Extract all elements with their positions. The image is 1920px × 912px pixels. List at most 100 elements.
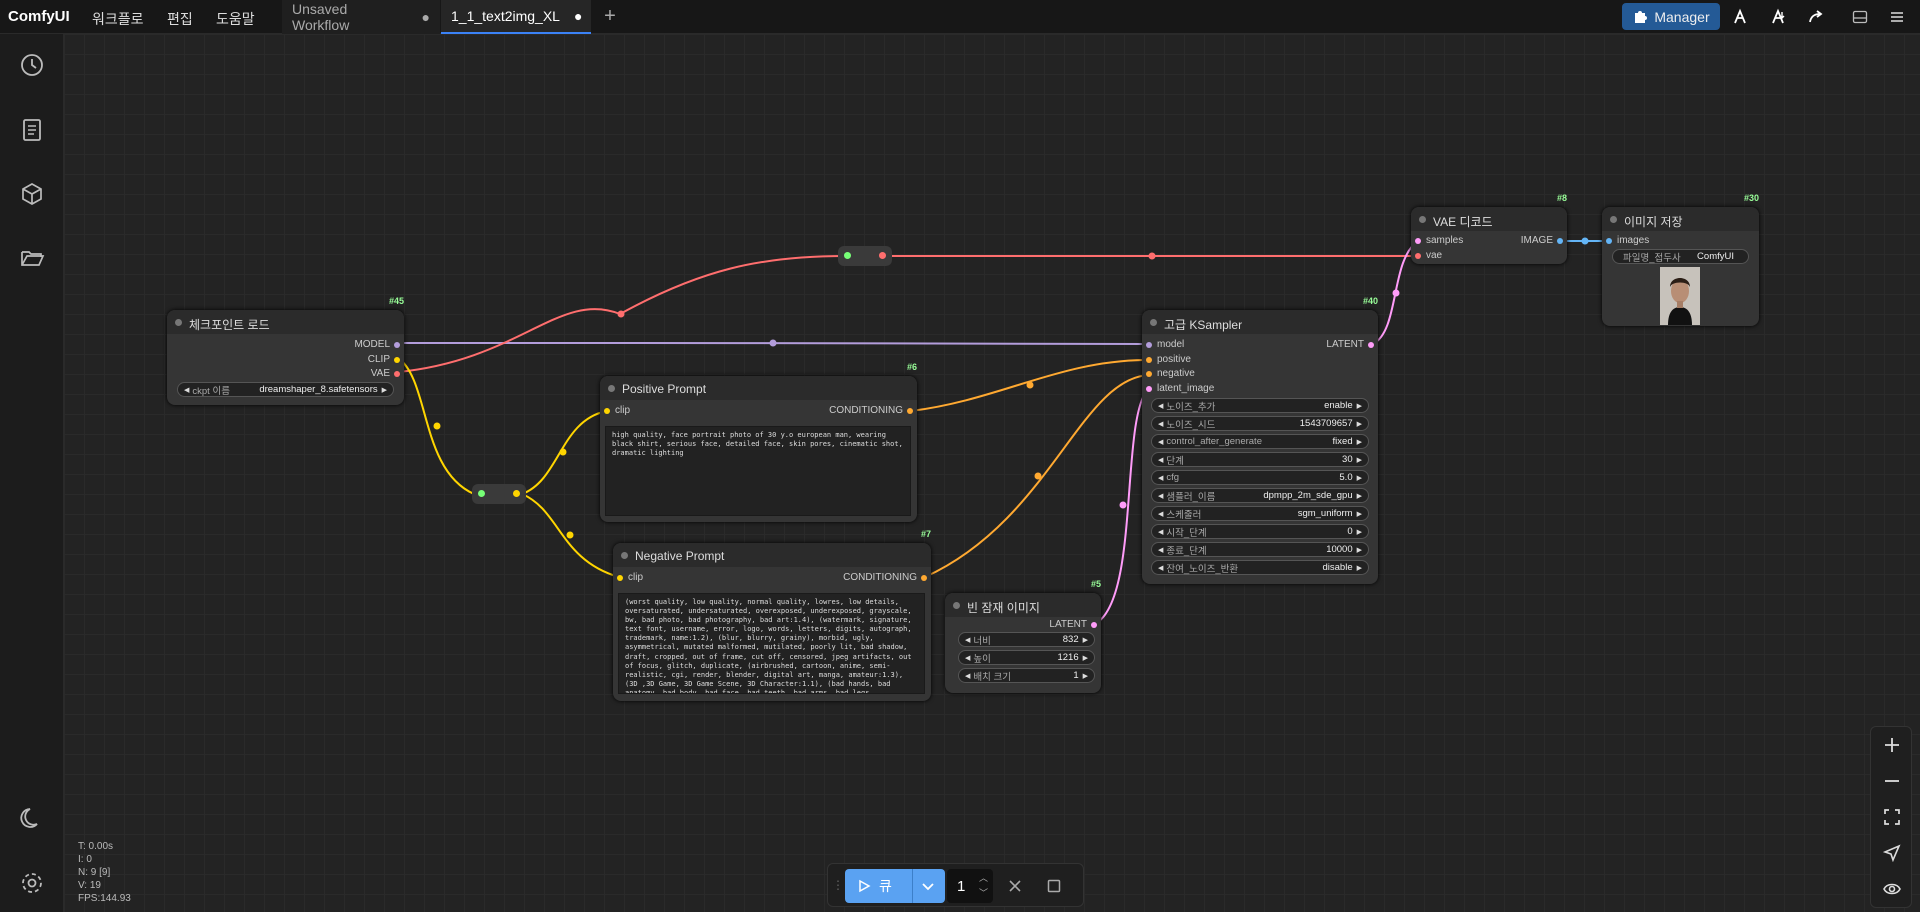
fit-view-button[interactable] [1871,799,1913,835]
output-latent[interactable]: LATENT [1326,339,1364,350]
output-conditioning[interactable]: CONDITIONING [843,572,917,583]
batch-size-widget[interactable]: ◀ 배치 크기 1 ▶ [958,668,1095,683]
toggle-panel-button[interactable] [1845,3,1875,30]
zoom-in-button[interactable] [1871,727,1913,763]
moon-icon[interactable] [18,804,46,832]
output-clip[interactable]: CLIP [368,354,390,365]
unsaved-dot-icon[interactable]: ● [574,8,582,24]
node-save-image[interactable]: #30 이미지 저장 images 파일명_접두사 ComfyUI [1602,193,1759,326]
right-arrow-icon[interactable]: ▶ [1083,672,1088,680]
right-arrow-icon[interactable]: ▶ [1357,510,1362,518]
height-widget[interactable]: ◀ 높이 1216 ▶ [958,650,1095,665]
tab-text2img-xl[interactable]: 1_1_text2img_XL ● [441,0,591,34]
left-arrow-icon[interactable]: ◀ [1158,420,1163,428]
ksampler-widget[interactable]: ◀ 노이즈_시드 1543709657 ▶ [1151,416,1369,431]
reroute-node-clip[interactable] [472,484,526,504]
ksampler-widget[interactable]: ◀ control_after_generate fixed ▶ [1151,434,1369,449]
left-arrow-icon[interactable]: ◀ [965,636,970,644]
node-positive-prompt[interactable]: #6 Positive Prompt clip CONDITIONING hig… [600,362,917,522]
manager-button[interactable]: Manager [1622,3,1720,30]
zoom-out-button[interactable] [1871,763,1913,799]
left-arrow-icon[interactable]: ◀ [1158,510,1163,518]
increment-icon[interactable]: ︿ [979,871,988,884]
menu-help[interactable]: 도움말 [216,9,255,29]
chevron-down-icon[interactable] [921,879,935,893]
filename-prefix-widget[interactable]: 파일명_접두사 ComfyUI [1612,249,1749,264]
width-widget[interactable]: ◀ 너비 832 ▶ [958,632,1095,647]
right-arrow-icon[interactable]: ▶ [1357,420,1362,428]
node-ksampler-advanced[interactable]: #40 고급 KSampler model positive negative … [1142,296,1378,584]
input-clip[interactable]: clip [628,572,643,583]
left-arrow-icon[interactable]: ◀ [1158,402,1163,410]
right-arrow-icon[interactable]: ▶ [1083,636,1088,644]
stop-icon[interactable] [1047,879,1061,893]
output-image-preview[interactable] [1660,267,1700,325]
model-manager-button[interactable] [1722,3,1758,30]
node-negative-prompt[interactable]: #7 Negative Prompt clip CONDITIONING (wo… [613,529,931,701]
left-arrow-icon[interactable]: ◀ [1158,564,1163,572]
hamburger-menu-button[interactable] [1882,3,1912,30]
gear-icon[interactable] [18,869,46,897]
ksampler-widget[interactable]: ◀ 샘플러_이름 dpmpp_2m_sde_gpu ▶ [1151,488,1369,503]
output-conditioning[interactable]: CONDITIONING [829,405,903,416]
menu-workflow[interactable]: 워크플로 [92,9,144,29]
right-arrow-icon[interactable]: ▶ [1357,564,1362,572]
output-latent[interactable]: LATENT [1049,619,1087,630]
menu-edit[interactable]: 편집 [167,9,193,29]
input-negative[interactable]: negative [1157,368,1195,379]
ksampler-widget[interactable]: ◀ 단계 30 ▶ [1151,452,1369,467]
input-positive[interactable]: positive [1157,354,1191,365]
output-vae[interactable]: VAE [371,368,390,379]
left-arrow-icon[interactable]: ◀ [1158,492,1163,500]
batch-count-value[interactable]: 1 [957,878,965,895]
share-button[interactable] [1798,3,1834,30]
ksampler-widget[interactable]: ◀ 잔여_노이즈_반환 disable ▶ [1151,560,1369,575]
ckpt-name-widget[interactable]: ◀ ckpt 이름 dreamshaper_8.safetensors ▶ [177,382,394,397]
left-arrow-icon[interactable]: ◀ [1158,474,1163,482]
ksampler-widget[interactable]: ◀ 노이즈_추가 enable ▶ [1151,398,1369,413]
pan-mode-button[interactable] [1871,835,1913,871]
input-vae[interactable]: vae [1426,250,1442,261]
input-clip[interactable]: clip [615,405,630,416]
right-arrow-icon[interactable]: ▶ [1357,456,1362,464]
right-arrow-icon[interactable]: ▶ [1357,402,1362,410]
folder-open-icon[interactable] [18,244,46,272]
right-arrow-icon[interactable]: ▶ [1357,474,1362,482]
right-arrow-icon[interactable]: ▶ [1357,528,1362,536]
ksampler-widget[interactable]: ◀ 시작_단계 0 ▶ [1151,524,1369,539]
ksampler-widget[interactable]: ◀ cfg 5.0 ▶ [1151,470,1369,485]
node-empty-latent-image[interactable]: #5 빈 잠재 이미지 LATENT ◀ 너비 832 ▶ ◀ 높이 1216 … [945,579,1101,693]
left-arrow-icon[interactable]: ◀ [1158,528,1163,536]
input-images[interactable]: images [1617,235,1649,246]
ksampler-widget[interactable]: ◀ 스케줄러 sgm_uniform ▶ [1151,506,1369,521]
node-vae-decode[interactable]: #8 VAE 디코드 samples vae IMAGE [1411,193,1567,264]
left-arrow-icon[interactable]: ◀ [184,386,189,394]
right-arrow-icon[interactable]: ▶ [1357,492,1362,500]
output-image[interactable]: IMAGE [1521,235,1553,246]
prompt-textarea[interactable]: (worst quality, low quality, normal qual… [618,593,925,694]
tab-unsaved-workflow[interactable]: Unsaved Workflow ● [282,0,440,34]
unsaved-dot-icon[interactable]: ● [422,9,430,25]
model-install-button[interactable] [1760,3,1796,30]
cancel-icon[interactable] [1008,879,1022,893]
book-icon[interactable] [18,116,46,144]
left-arrow-icon[interactable]: ◀ [1158,546,1163,554]
decrement-icon[interactable]: ﹀ [979,886,988,899]
prompt-textarea[interactable]: high quality, face portrait photo of 30 … [605,426,911,516]
add-tab-button[interactable]: + [598,3,622,30]
cube-icon[interactable] [18,180,46,208]
left-arrow-icon[interactable]: ◀ [965,654,970,662]
left-arrow-icon[interactable]: ◀ [965,672,970,680]
right-arrow-icon[interactable]: ▶ [1357,438,1362,446]
graph-canvas[interactable] [64,34,1920,912]
right-arrow-icon[interactable]: ▶ [382,386,387,394]
input-latent-image[interactable]: latent_image [1157,383,1214,394]
right-arrow-icon[interactable]: ▶ [1083,654,1088,662]
toggle-links-button[interactable] [1871,871,1913,907]
reroute-node-vae[interactable] [838,246,892,266]
ksampler-widget[interactable]: ◀ 종료_단계 10000 ▶ [1151,542,1369,557]
right-arrow-icon[interactable]: ▶ [1357,546,1362,554]
batch-count-stepper[interactable]: 1 ︿ ﹀ [947,869,993,903]
history-icon[interactable] [18,51,46,79]
node-checkpoint-loader[interactable]: #45 체크포인트 로드 MODEL CLIP VAE ◀ ckpt 이름 dr… [167,296,404,405]
